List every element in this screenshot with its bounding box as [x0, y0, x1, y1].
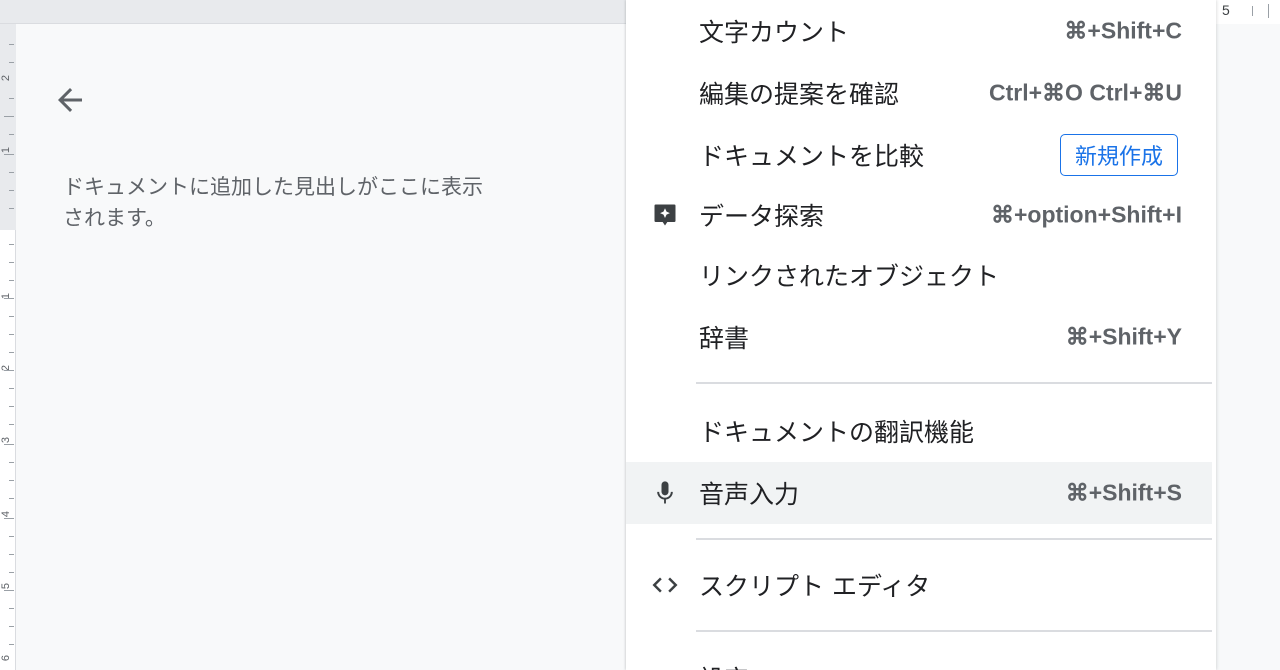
ruler-tick: [9, 626, 14, 627]
ruler-tick: [9, 98, 14, 99]
menu-item-explore[interactable]: データ探索 ⌘+option+Shift+I: [626, 184, 1212, 246]
menu-item-label: 編集の提案を確認: [699, 80, 900, 109]
ruler-tick: [9, 172, 14, 173]
ruler-tick: [9, 608, 14, 609]
ruler-tick: [9, 190, 14, 191]
menu-item-label: 文字カウント: [699, 18, 850, 47]
menu-item-label: リンクされたオブジェクト: [699, 262, 1000, 291]
ruler-tick: [9, 280, 14, 281]
ruler-tick: [4, 298, 14, 299]
ruler-tick: [9, 388, 14, 389]
tools-menu: 文字カウント ⌘+Shift+C 編集の提案を確認 Ctrl+⌘O Ctrl+⌘…: [626, 0, 1216, 670]
outline-empty-hint: ドキュメントに追加した見出しがここに表示されます。: [63, 175, 483, 230]
microphone-icon: [650, 478, 680, 508]
menu-item-shortcut: ⌘+Shift+S: [1065, 479, 1182, 506]
new-badge: 新規作成: [1059, 134, 1178, 176]
back-button[interactable]: [50, 80, 90, 120]
ruler-tick: [4, 154, 14, 155]
ruler-tick: [4, 518, 14, 519]
ruler-number: 5: [1222, 2, 1230, 18]
menu-divider: [696, 630, 1212, 632]
menu-item-label: データ探索: [699, 202, 825, 231]
ruler-tick: [1268, 4, 1269, 18]
menu-item-shortcut: ⌘+Shift+C: [1064, 17, 1182, 44]
ruler-tick: [9, 208, 14, 209]
left-ruler: 2 1 1 2 3 4 5 6: [0, 24, 16, 670]
ruler-tick: [9, 44, 14, 45]
menu-item-voice-typing[interactable]: 音声入力 ⌘+Shift+S: [626, 462, 1212, 524]
ruler-number: 6: [0, 654, 12, 662]
ruler-tick: [9, 572, 14, 573]
menu-item-label: 音声入力: [699, 480, 800, 509]
menu-item-shortcut: Ctrl+⌘O Ctrl+⌘U: [989, 79, 1182, 106]
menu-divider: [696, 382, 1212, 384]
ruler-tick: [9, 536, 14, 537]
code-icon: [650, 570, 680, 600]
ruler-tick: [9, 244, 14, 245]
ruler-tick: [9, 424, 14, 425]
menu-item-word-count[interactable]: 文字カウント ⌘+Shift+C: [626, 0, 1212, 62]
menu-item-dictionary[interactable]: 辞書 ⌘+Shift+Y: [626, 306, 1212, 368]
menu-item-review-suggestions[interactable]: 編集の提案を確認 Ctrl+⌘O Ctrl+⌘U: [626, 62, 1212, 124]
menu-item-shortcut: ⌘+option+Shift+I: [990, 201, 1182, 228]
arrow-left-icon: [58, 88, 82, 112]
ruler-tick: [4, 444, 14, 445]
menu-divider: [696, 538, 1212, 540]
ruler-top-margin: [0, 24, 16, 230]
menu-item-preferences[interactable]: 設定: [699, 652, 749, 670]
ruler-tick: [4, 116, 14, 117]
ruler-tick: [9, 480, 14, 481]
ruler-tick: [9, 62, 14, 63]
ruler-number: 2: [0, 364, 12, 372]
menu-item-script-editor[interactable]: スクリプト エディタ: [626, 554, 1212, 616]
menu-item-label: ドキュメントの翻訳機能: [699, 418, 975, 447]
menu-item-label: ドキュメントを比較: [699, 142, 925, 171]
ruler-tick: [9, 462, 14, 463]
menu-item-shortcut: ⌘+Shift+Y: [1065, 323, 1182, 350]
document-outline-panel: ドキュメントに追加した見出しがここに表示されます。: [17, 25, 625, 670]
ruler-tick: [9, 352, 14, 353]
menu-item-translate-document[interactable]: ドキュメントの翻訳機能: [626, 400, 1212, 462]
ruler-tick: [9, 262, 14, 263]
explore-icon: [650, 200, 680, 230]
menu-item-compare-documents[interactable]: ドキュメントを比較 新規作成: [626, 124, 1212, 186]
ruler-tick: [9, 316, 14, 317]
menu-item-label: 辞書: [699, 324, 750, 353]
ruler-tick: [9, 498, 14, 499]
menu-item-label: スクリプト エディタ: [699, 572, 931, 601]
ruler-tick: [9, 334, 14, 335]
menu-item-label: 設定: [699, 665, 749, 670]
ruler-tick: [4, 590, 14, 591]
ruler-tick: [9, 644, 14, 645]
ruler-number: 2: [0, 74, 12, 82]
menu-item-linked-objects[interactable]: リンクされたオブジェクト: [626, 244, 1212, 306]
ruler-tick: [4, 370, 14, 371]
ruler-tick: [1252, 6, 1253, 16]
ruler-number: 1: [0, 292, 12, 300]
ruler-tick: [9, 134, 14, 135]
ruler-tick: [9, 406, 14, 407]
ruler-tick: [9, 554, 14, 555]
